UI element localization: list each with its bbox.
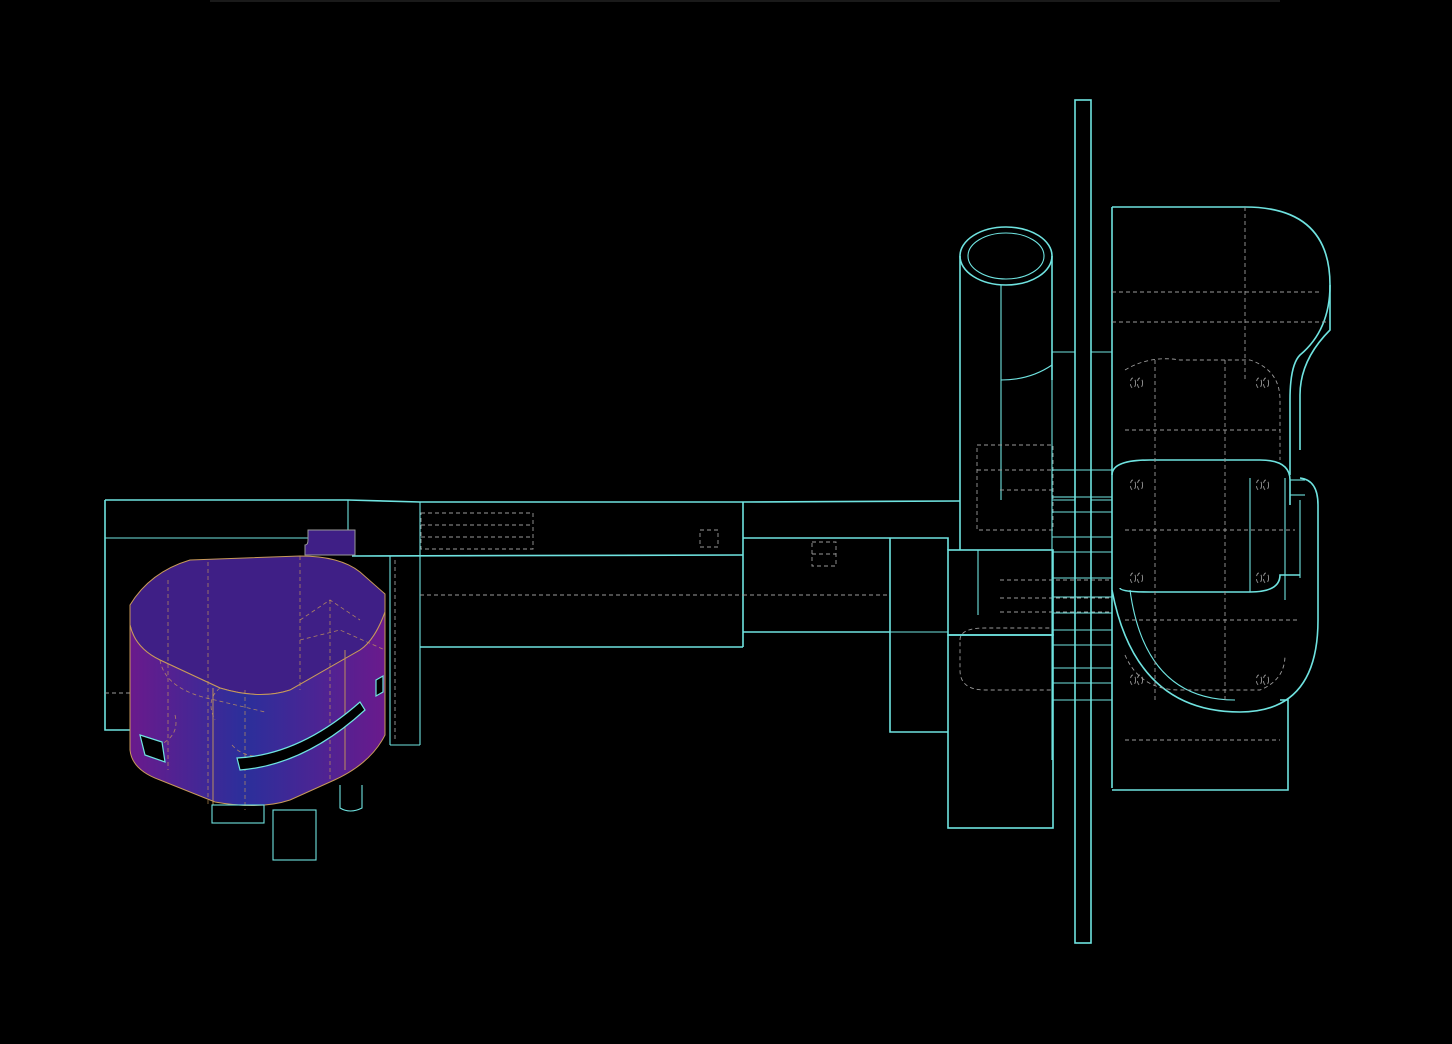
cad-viewport[interactable]: [0, 0, 1452, 1044]
bolt-hole: [1262, 572, 1270, 584]
gripper-housing[interactable]: [129, 529, 386, 861]
bolt-hole: [1129, 572, 1137, 584]
mount-plate[interactable]: [1051, 99, 1112, 944]
wireframe-scene[interactable]: [0, 0, 1452, 1044]
bolt-hole: [1262, 377, 1270, 389]
bolt-hole: [1262, 479, 1270, 491]
bolt-hole: [1255, 674, 1263, 686]
bolt-hole: [1262, 674, 1270, 686]
bolt-hole: [1136, 377, 1144, 389]
bolt-hole: [1136, 479, 1144, 491]
bolt-hole: [1129, 674, 1137, 686]
mount-block[interactable]: [947, 444, 1110, 829]
bolt-hole: [1136, 674, 1144, 686]
arm-extension[interactable]: [742, 500, 961, 733]
viewport-top-border: [210, 0, 1280, 2]
bolt-hole: [1255, 479, 1263, 491]
flange-slot: [1051, 469, 1076, 498]
vertical-pipe[interactable]: [959, 226, 1053, 550]
bolt-hole: [1129, 479, 1137, 491]
bolt-hole: [1129, 377, 1137, 389]
motor-housing[interactable]: [1111, 206, 1331, 791]
bolt-hole: [1136, 572, 1144, 584]
bolt-hole: [1255, 572, 1263, 584]
bolt-hole: [1255, 377, 1263, 389]
